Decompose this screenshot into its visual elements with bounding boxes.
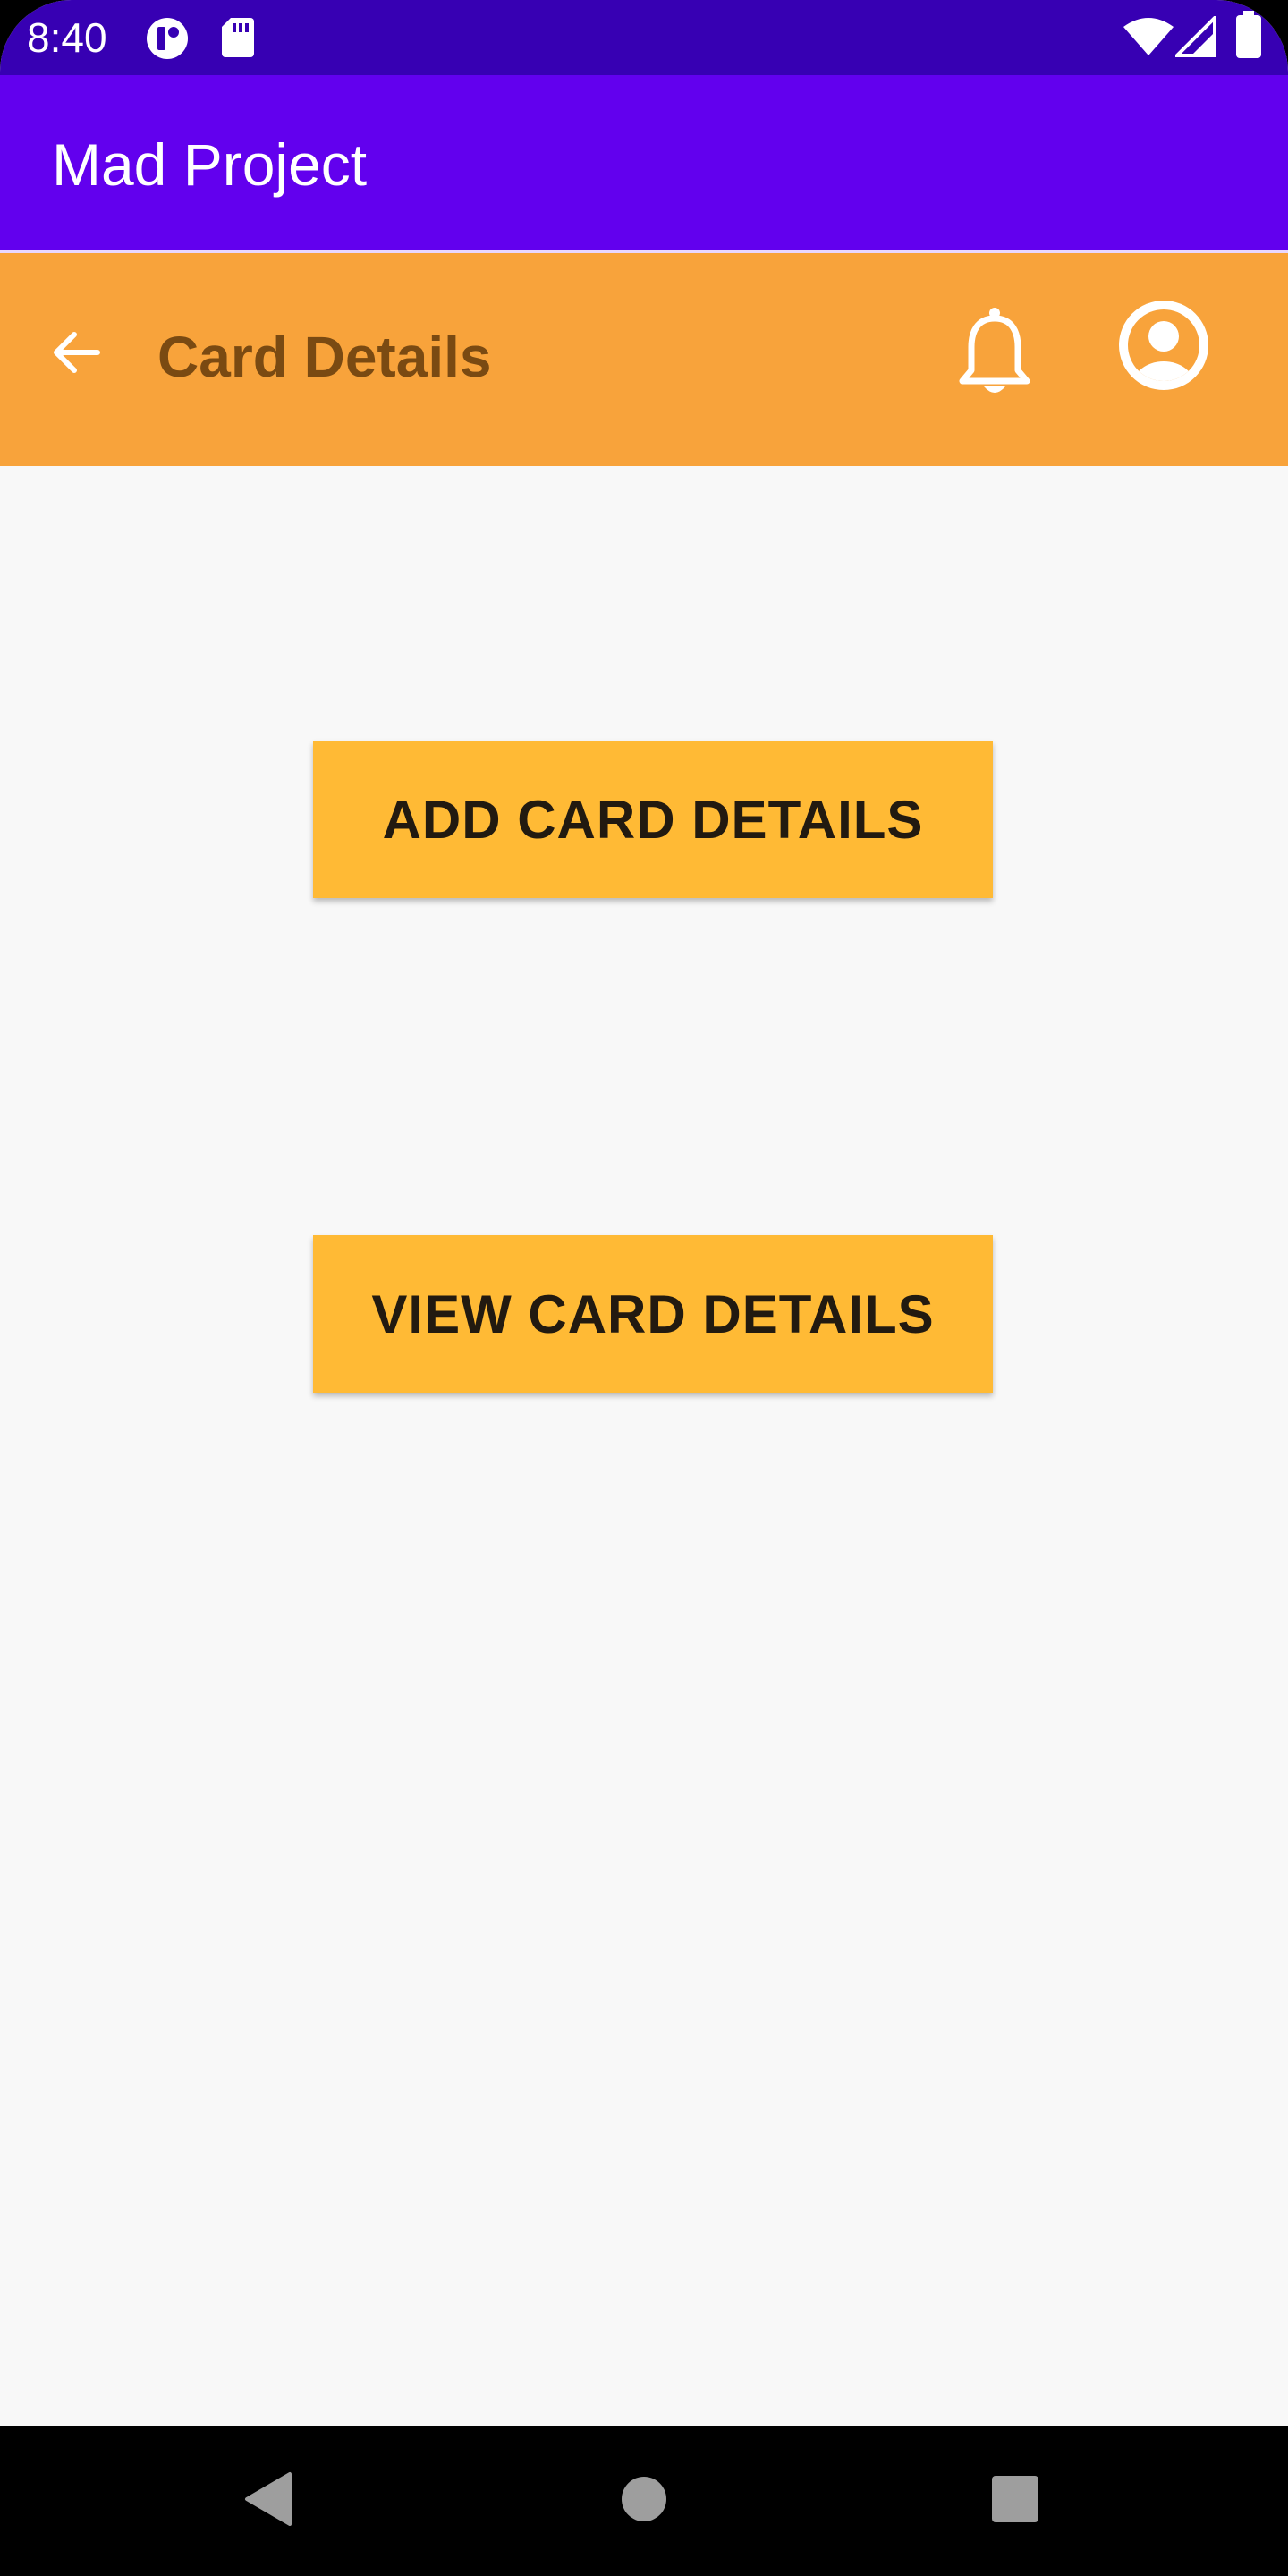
status-time: 8:40 bbox=[27, 14, 107, 61]
screen: 8:40 Mad Project Card Details ADD CARD D… bbox=[0, 0, 1288, 2576]
navigation-bar bbox=[0, 2426, 1288, 2576]
signal-icon bbox=[1173, 13, 1216, 62]
view-card-details-button[interactable]: VIEW CARD DETAILS bbox=[313, 1235, 993, 1393]
back-triangle-icon bbox=[242, 2470, 295, 2532]
app-bar: Mad Project bbox=[0, 75, 1288, 250]
nfc-icon bbox=[145, 16, 191, 65]
nav-back-button[interactable] bbox=[224, 2456, 313, 2546]
notifications-button[interactable] bbox=[950, 305, 1039, 403]
nav-recents-button[interactable] bbox=[970, 2456, 1060, 2546]
recents-square-icon bbox=[991, 2475, 1039, 2528]
nav-home-button[interactable] bbox=[599, 2456, 689, 2546]
wifi-icon bbox=[1122, 16, 1175, 62]
app-title: Mad Project bbox=[52, 131, 368, 198]
account-circle-icon bbox=[1117, 299, 1210, 396]
bell-icon bbox=[957, 306, 1032, 403]
home-circle-icon bbox=[621, 2476, 667, 2527]
toolbar: Card Details bbox=[0, 253, 1288, 466]
back-button[interactable] bbox=[36, 314, 116, 394]
sd-card-icon bbox=[220, 16, 256, 64]
account-button[interactable] bbox=[1114, 298, 1213, 396]
add-card-details-button[interactable]: ADD CARD DETAILS bbox=[313, 741, 993, 898]
back-arrow-icon bbox=[49, 326, 103, 384]
status-bar: 8:40 bbox=[0, 0, 1288, 75]
battery-icon bbox=[1234, 11, 1263, 64]
page-title: Card Details bbox=[157, 325, 492, 389]
